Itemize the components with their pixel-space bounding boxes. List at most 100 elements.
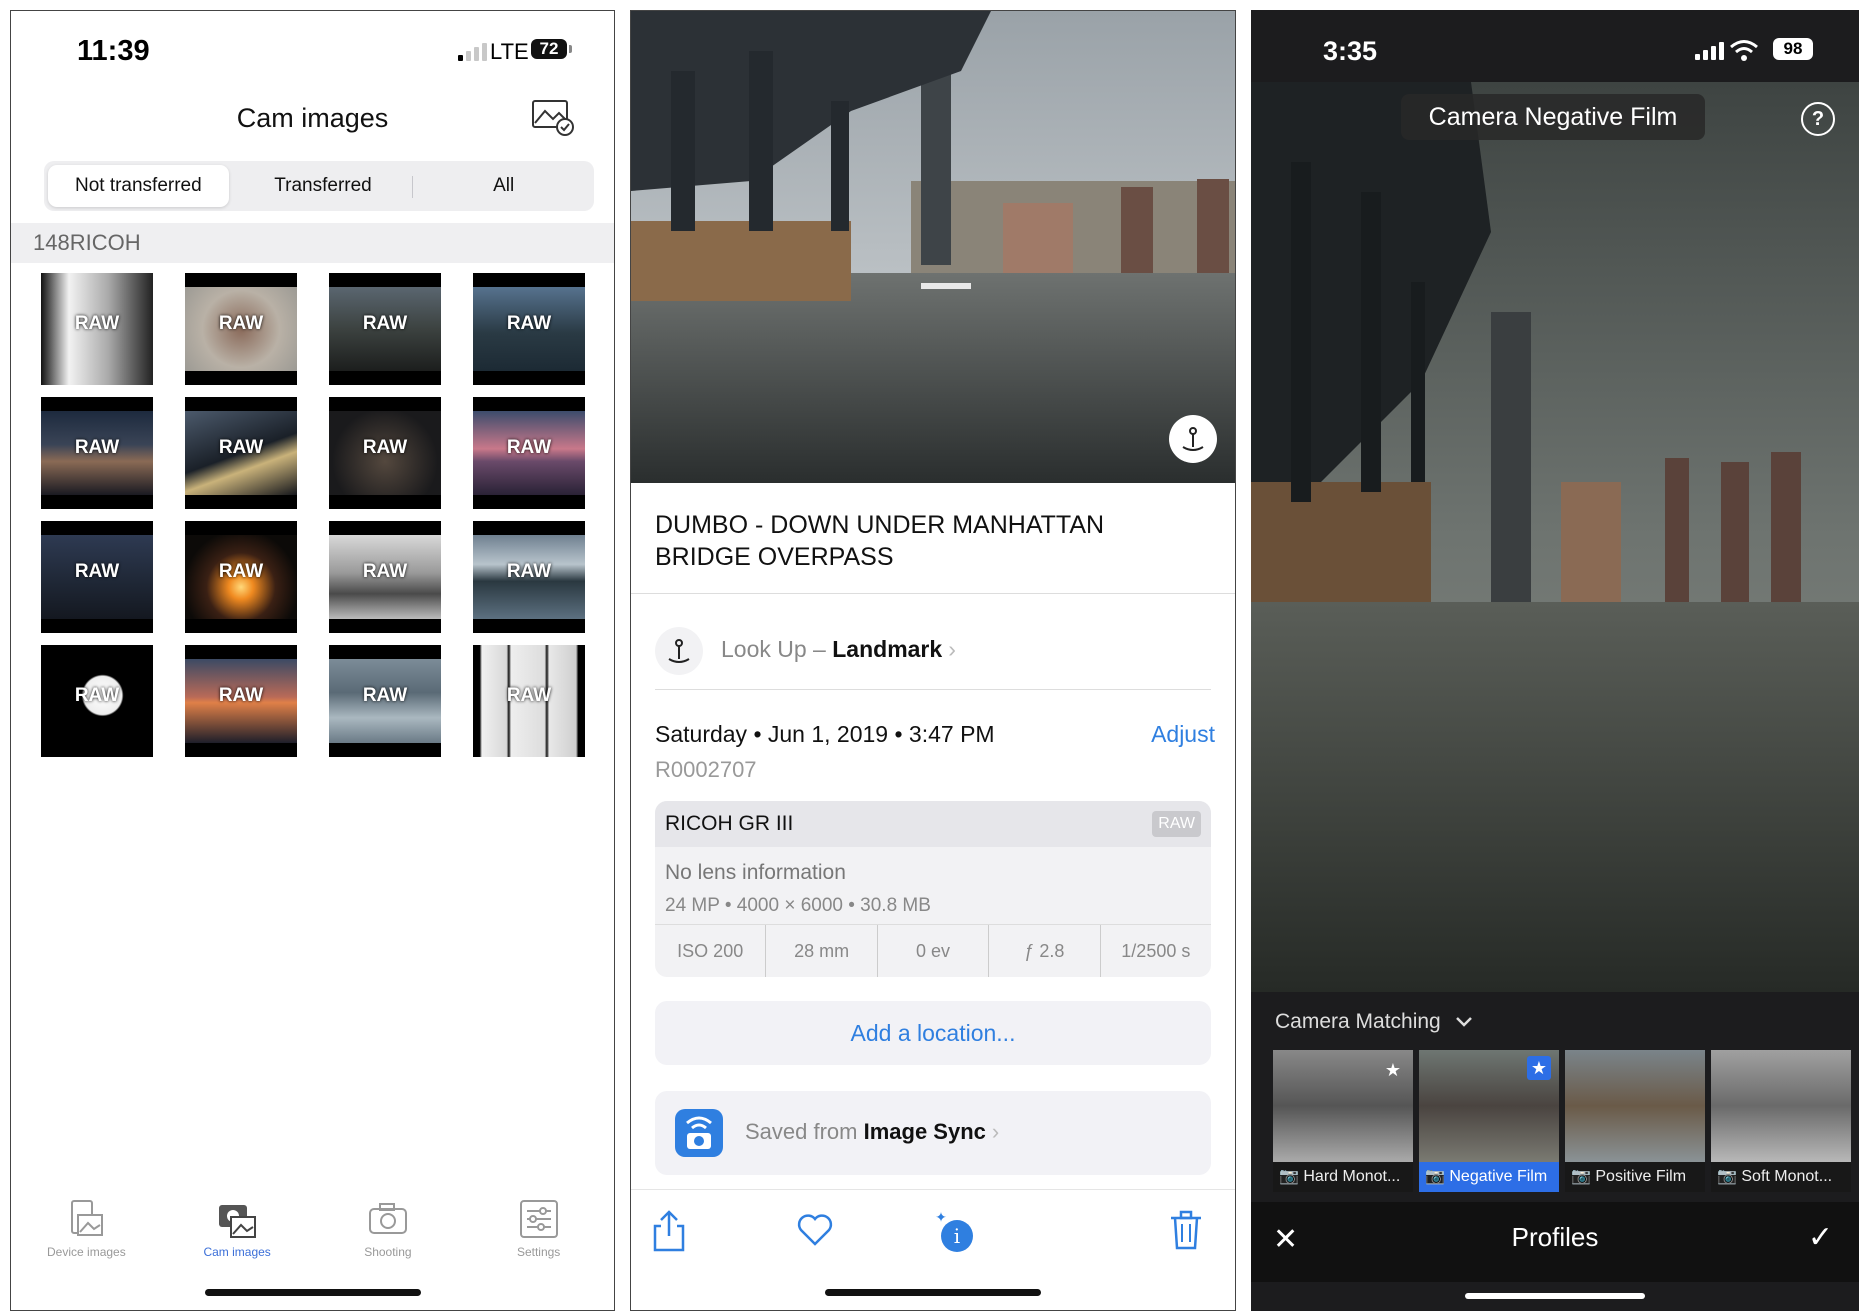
- exif-row: ISO 200 28 mm 0 ev ƒ 2.8 1/2500 s: [655, 924, 1211, 977]
- battery-icon: 98: [1773, 38, 1813, 60]
- tab-settings[interactable]: Settings: [463, 1199, 614, 1269]
- thumbnail[interactable]: RAW: [185, 397, 297, 509]
- trash-icon[interactable]: [1169, 1210, 1203, 1250]
- status-time: 11:39: [77, 35, 150, 67]
- lens-info: No lens information: [665, 861, 846, 884]
- chevron-right-icon: ›: [948, 636, 956, 662]
- segment-not-transferred[interactable]: Not transferred: [48, 165, 229, 207]
- profile-thumb-negative-film[interactable]: ★ 📷 Negative Film: [1419, 1050, 1559, 1192]
- thumbnail[interactable]: RAW: [329, 521, 441, 633]
- chevron-down-icon: [1455, 1017, 1472, 1027]
- star-icon[interactable]: ★: [1385, 1060, 1401, 1081]
- thumbnail[interactable]: RAW: [41, 273, 153, 385]
- segment-transferred[interactable]: Transferred: [233, 161, 414, 211]
- status-bar: 11:39 LTE 72: [11, 11, 614, 91]
- wifi-icon: [1730, 40, 1758, 61]
- profile-group-dropdown[interactable]: Camera Matching: [1275, 1010, 1473, 1034]
- camera-model-row: RICOH GR III RAW: [655, 801, 1211, 847]
- raw-badge: RAW: [1152, 811, 1201, 837]
- segment-transferred-label: Transferred: [274, 175, 372, 196]
- profile-group-label: Camera Matching: [1275, 1010, 1441, 1033]
- battery-icon: 72: [531, 39, 572, 59]
- phone-lightroom-profiles: 3:35 98 Camera Negative Film ? Camera Ma…: [1251, 10, 1859, 1311]
- thumbnail[interactable]: RAW: [329, 397, 441, 509]
- star-icon[interactable]: ★: [1527, 1056, 1551, 1080]
- landmark-pin-icon: [1182, 427, 1204, 451]
- lookup-landmark-link[interactable]: Look Up – Landmark ›: [721, 636, 956, 663]
- thumbnail[interactable]: RAW: [473, 521, 585, 633]
- cell-signal-icon: [458, 43, 487, 61]
- profile-thumb-soft-monotone[interactable]: 📷 Soft Monot...: [1711, 1050, 1851, 1192]
- profiles-bottom-bar: ✕ Profiles ✓: [1251, 1202, 1859, 1282]
- transfer-filter-segmented: Not transferred Transferred All: [44, 161, 594, 211]
- camera-info-card: RICOH GR III RAW No lens information 24 …: [655, 801, 1211, 977]
- profile-strip: ★ 📷 Hard Monot... ★ 📷 Negative Film 📷 Po…: [1273, 1050, 1857, 1192]
- profile-thumb-positive-film[interactable]: 📷 Positive Film: [1565, 1050, 1705, 1192]
- device-images-icon: [71, 1200, 104, 1236]
- exif-focal-length: 28 mm: [765, 925, 876, 977]
- photo-bridge[interactable]: [631, 11, 1236, 483]
- cam-images-icon: [219, 1205, 257, 1238]
- thumbnail[interactable]: RAW: [185, 645, 297, 757]
- camera-icon: [368, 1203, 407, 1234]
- photo-preview: [1251, 82, 1859, 992]
- profile-thumb-hard-monotone[interactable]: ★ 📷 Hard Monot...: [1273, 1050, 1413, 1192]
- tab-label: Device images: [47, 1245, 126, 1259]
- image-specs: 24 MP • 4000 × 6000 • 30.8 MB: [665, 895, 931, 916]
- thumbnail[interactable]: RAW: [185, 521, 297, 633]
- status-time: 3:35: [1323, 36, 1378, 66]
- lookup-value: Landmark: [832, 636, 943, 662]
- saved-from-text: Saved from Image Sync ›: [745, 1119, 999, 1145]
- landmark-pin-icon: [668, 639, 690, 663]
- add-location-button[interactable]: Add a location...: [655, 1001, 1211, 1065]
- thumbnail[interactable]: RAW: [473, 397, 585, 509]
- profiles-title: Profiles: [1511, 1222, 1599, 1252]
- thumbnail[interactable]: RAW: [41, 645, 153, 757]
- tab-label: Settings: [516, 1245, 561, 1259]
- tab-device-images[interactable]: Device images: [11, 1199, 162, 1269]
- image-sync-app-icon: [675, 1109, 723, 1157]
- gallery-check-icon[interactable]: [531, 97, 575, 137]
- thumbnail[interactable]: RAW: [329, 645, 441, 757]
- exif-iso: ISO 200: [677, 941, 744, 961]
- thumbnail[interactable]: RAW: [41, 397, 153, 509]
- info-sparkle-icon[interactable]: i✦: [931, 1210, 977, 1256]
- adjust-button[interactable]: Adjust: [1151, 721, 1215, 748]
- profile-label: 📷 Soft Monot...: [1711, 1162, 1851, 1192]
- home-indicator: [825, 1289, 1041, 1296]
- tab-label: Shooting: [364, 1245, 412, 1259]
- checkmark-icon[interactable]: ✓: [1808, 1220, 1833, 1255]
- divider: [631, 593, 1235, 594]
- profile-label: 📷 Positive Film: [1565, 1162, 1705, 1192]
- segment-all[interactable]: All: [413, 161, 594, 211]
- saved-from-row[interactable]: Saved from Image Sync ›: [655, 1091, 1211, 1175]
- saved-app-name: Image Sync: [863, 1119, 986, 1144]
- file-name: R0002707: [655, 757, 757, 782]
- thumbnail[interactable]: RAW: [41, 521, 153, 633]
- thumbnail[interactable]: RAW: [185, 273, 297, 385]
- landmark-title: DUMBO - DOWN UNDER MANHATTAN BRIDGE OVER…: [655, 511, 1105, 571]
- lookup-prefix: Look Up –: [721, 636, 833, 662]
- tab-label: Cam images: [203, 1245, 271, 1259]
- divider: [655, 689, 1211, 690]
- folder-header: 148RICOH: [11, 223, 614, 263]
- thumbnail[interactable]: RAW: [473, 645, 585, 757]
- capture-datetime: Saturday • Jun 1, 2019 • 3:47 PM: [655, 721, 995, 747]
- share-icon[interactable]: [651, 1210, 687, 1252]
- network-type: LTE: [490, 39, 529, 64]
- tab-shooting[interactable]: Shooting: [313, 1199, 464, 1269]
- thumbnail[interactable]: RAW: [329, 273, 441, 385]
- tab-cam-images[interactable]: Cam images: [162, 1199, 313, 1269]
- camera-model: RICOH GR III: [665, 812, 794, 835]
- visual-lookup-button[interactable]: [1169, 415, 1217, 463]
- thumbnail[interactable]: RAW: [473, 273, 585, 385]
- thumbnail-grid: RAW RAW RAW RAW RAW RAW RAW RAW RAW RAW …: [41, 273, 587, 757]
- help-icon[interactable]: ?: [1801, 102, 1835, 136]
- favorite-heart-icon[interactable]: [795, 1210, 835, 1250]
- exif-exposure-bias: 0 ev: [876, 925, 988, 977]
- exif-aperture: ƒ 2.8: [988, 925, 1099, 977]
- svg-text:i: i: [954, 1224, 960, 1248]
- home-indicator: [204, 1289, 421, 1296]
- cell-signal-icon: [1695, 42, 1724, 60]
- settings-sliders-icon: [519, 1200, 558, 1238]
